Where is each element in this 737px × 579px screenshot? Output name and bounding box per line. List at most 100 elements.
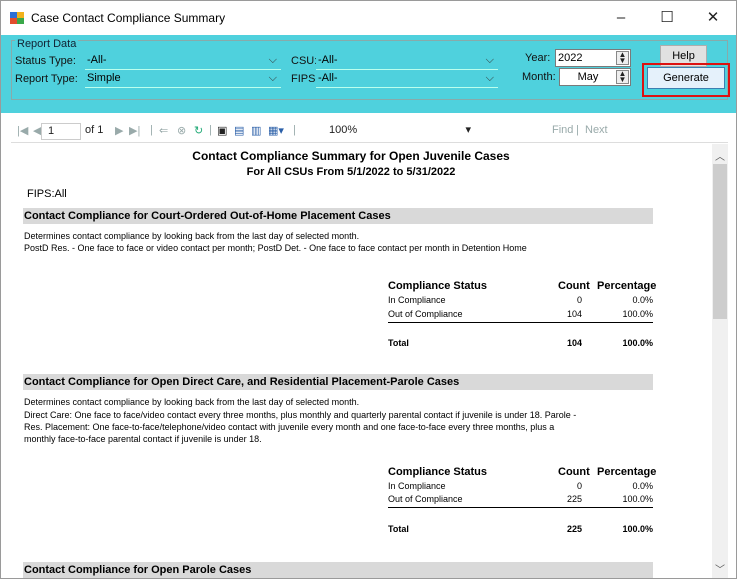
table-cell: Out of Compliance [388, 309, 463, 319]
maximize-button[interactable]: ☐ [644, 1, 690, 35]
table-cell: 0 [576, 295, 582, 305]
toolbar-separator-icon: | [209, 124, 212, 136]
report-type-dropdown[interactable]: Simple ⌵ [85, 70, 281, 88]
spin-arrows-icon[interactable]: ▲ ▼ [616, 70, 629, 84]
chevron-down-icon: ⌵ [268, 72, 277, 84]
total-percentage: 100.0% [622, 524, 653, 534]
next-link[interactable]: Next [585, 124, 608, 136]
column-header-count: Count [558, 280, 590, 292]
report-subtitle: For All CSUs From 5/1/2022 to 5/31/2022 [246, 166, 456, 178]
page-number-value: 1 [48, 125, 55, 137]
chevron-down-icon: ▾ [465, 124, 471, 136]
report-title: Contact Compliance Summary for Open Juve… [192, 149, 510, 163]
compliance-table: Compliance Status Count Percentage In Co… [388, 280, 657, 360]
column-header-count: Count [558, 466, 590, 478]
section-heading: Contact Compliance for Court-Ordered Out… [23, 208, 653, 224]
scroll-up-icon[interactable]: ︿ [712, 148, 728, 163]
section-heading: Contact Compliance for Open Direct Care,… [23, 374, 653, 390]
section-description: Determines contact compliance by looking… [24, 231, 360, 241]
scroll-down-icon[interactable]: ﹀ [712, 561, 728, 576]
table-cell: Out of Compliance [388, 494, 463, 504]
chevron-down-icon: ⌵ [485, 54, 494, 66]
export-icon[interactable]: ▦▾ [268, 124, 284, 137]
refresh-icon[interactable]: ↻ [194, 124, 203, 137]
report-scrollbar[interactable]: ︿ ﹀ [712, 144, 728, 578]
toolbar-separator-icon: | [150, 124, 153, 136]
print-icon[interactable]: ▣ [217, 124, 227, 137]
find-separator: | [576, 124, 579, 136]
total-count: 225 [566, 524, 582, 534]
report-fips: FIPS:All [27, 188, 67, 200]
csu-dropdown[interactable]: -All- ⌵ [316, 52, 498, 70]
report-viewer-toolbar: |◀ ◀ 1 of 1 ▶ ▶| | ⇐ ⊗ ↻ | ▣ ▤ ▥ ▦▾ | 10… [11, 121, 728, 143]
minimize-button[interactable]: – [598, 1, 644, 35]
page-count: of 1 [85, 124, 104, 136]
table-cell: In Compliance [388, 481, 446, 491]
first-page-icon[interactable]: |◀ [17, 124, 28, 137]
report-body: Contact Compliance Summary for Open Juve… [11, 144, 728, 578]
table-cell: 0 [576, 481, 582, 491]
title-bar: Case Contact Compliance Summary – ☐ ✕ [1, 1, 736, 35]
section-heading: Contact Compliance for Open Parole Cases [23, 562, 653, 578]
find-link[interactable]: Find [552, 124, 573, 136]
report-type-label: Report Type: [15, 73, 78, 85]
table-cell: 104 [566, 309, 582, 319]
spin-arrows-icon[interactable]: ▲ ▼ [616, 51, 629, 65]
table-rule [388, 507, 653, 508]
page-setup-icon[interactable]: ▥ [251, 124, 261, 137]
total-label: Total [388, 524, 409, 534]
csu-label: CSU: [291, 55, 318, 67]
app-icon [10, 12, 24, 24]
close-button[interactable]: ✕ [690, 1, 736, 35]
column-header-percentage: Percentage [597, 466, 657, 478]
parameter-panel: Report Data Status Type: -All- ⌵ Report … [1, 35, 736, 113]
total-percentage: 100.0% [622, 338, 653, 348]
section-description: PostD Res. - One face to face or video c… [24, 243, 527, 253]
status-type-dropdown[interactable]: -All- ⌵ [85, 52, 281, 70]
generate-highlight-box [642, 63, 730, 97]
chevron-down-icon: ⌵ [268, 54, 277, 66]
status-type-value: -All- [87, 54, 107, 66]
zoom-value: 100% [329, 124, 358, 136]
fips-label: FIPS: [291, 73, 319, 85]
month-spinner[interactable]: May ▲ ▼ [559, 68, 631, 86]
window-title: Case Contact Compliance Summary [31, 11, 226, 25]
section-description: monthly face-to-face parental contact if… [24, 434, 262, 444]
app-window: Case Contact Compliance Summary – ☐ ✕ Re… [0, 0, 737, 579]
zoom-dropdown[interactable]: 100% ▾ [329, 123, 489, 140]
next-page-icon[interactable]: ▶ [115, 124, 123, 137]
page-number-input[interactable]: 1 [41, 123, 81, 140]
year-value: 2022 [558, 52, 583, 64]
table-rule [388, 322, 653, 323]
section-description: Determines contact compliance by looking… [24, 397, 360, 407]
month-label: Month: [522, 71, 556, 83]
compliance-table: Compliance Status Count Percentage In Co… [388, 466, 657, 546]
stop-icon[interactable]: ⊗ [177, 124, 186, 137]
print-layout-icon[interactable]: ▤ [234, 124, 244, 137]
last-page-icon[interactable]: ▶| [129, 124, 140, 137]
table-cell: In Compliance [388, 295, 446, 305]
total-count: 104 [566, 338, 582, 348]
table-cell: 0.0% [632, 295, 653, 305]
fips-dropdown[interactable]: -All- ⌵ [316, 70, 498, 88]
section-description: Direct Care: One face to face/video cont… [24, 410, 577, 420]
csu-value: -All- [318, 54, 338, 66]
fips-value: -All- [318, 72, 338, 84]
scroll-thumb[interactable] [713, 164, 727, 319]
toolbar-separator-icon: | [293, 124, 296, 136]
table-cell: 100.0% [622, 309, 653, 319]
column-header-status: Compliance Status [388, 466, 488, 478]
table-cell: 100.0% [622, 494, 653, 504]
table-cell: 225 [566, 494, 582, 504]
column-header-status: Compliance Status [388, 280, 488, 292]
report-data-legend: Report Data [15, 38, 79, 50]
chevron-down-icon: ⌵ [485, 72, 494, 84]
total-label: Total [388, 338, 409, 348]
back-icon[interactable]: ⇐ [159, 124, 168, 137]
year-spinner[interactable]: 2022 ▲ ▼ [555, 49, 631, 67]
section-description: Res. Placement: One face-to-face/telepho… [24, 422, 555, 432]
column-header-percentage: Percentage [597, 280, 657, 292]
year-label: Year: [525, 52, 551, 64]
report-type-value: Simple [87, 72, 121, 84]
table-cell: 0.0% [632, 481, 653, 491]
